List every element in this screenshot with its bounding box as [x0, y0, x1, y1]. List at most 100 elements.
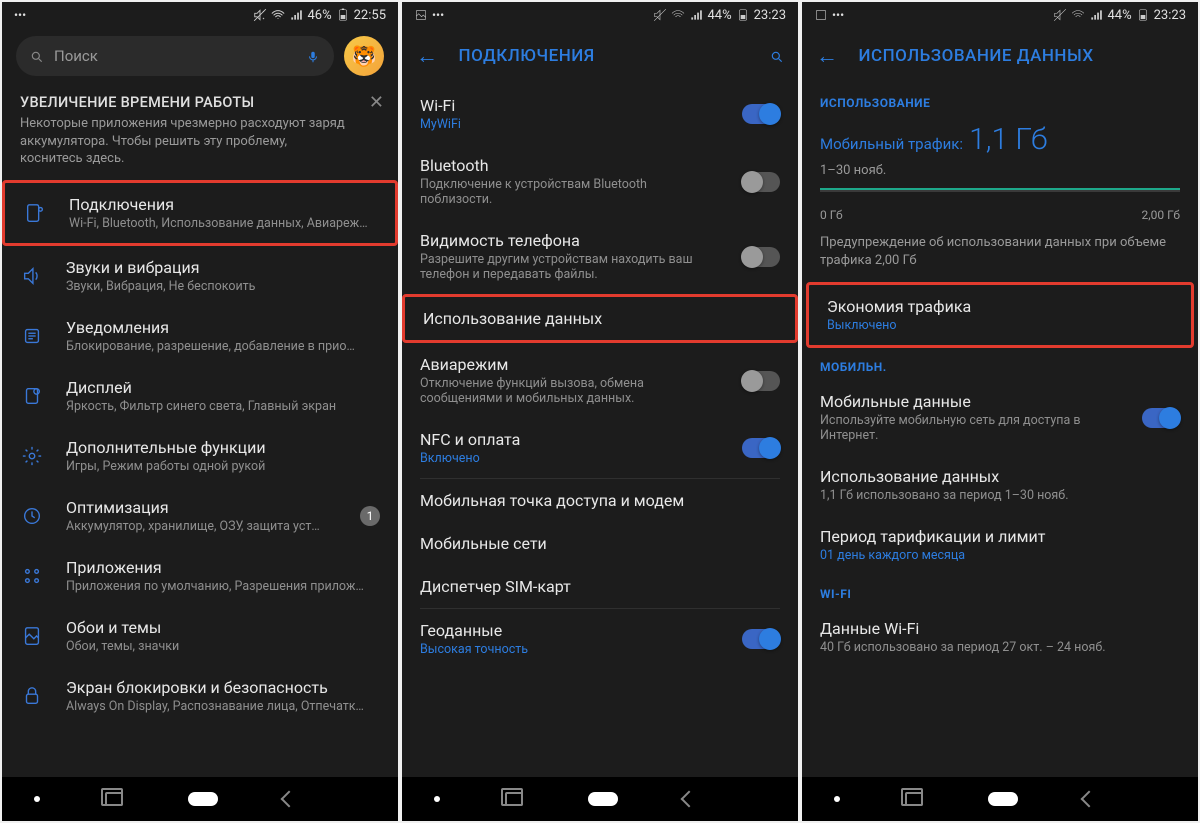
item-data-saver[interactable]: Экономия трафикаВыключено: [806, 282, 1194, 348]
nfc-toggle[interactable]: [742, 438, 780, 458]
clock: 23:23: [754, 8, 786, 23]
status-bar: ••• 44% 23:23: [402, 2, 798, 28]
item-hotspot[interactable]: Мобильная точка доступа и модем: [402, 479, 798, 522]
mute-icon: [253, 8, 267, 22]
nav-notification-dot: [834, 796, 840, 802]
banner-title: УВЕЛИЧЕНИЕ ВРЕМЕНИ РАБОТЫ: [20, 94, 380, 111]
notifications-icon: [20, 324, 44, 348]
screenshot-icon: [814, 8, 828, 22]
battery-percent: 46%: [307, 8, 331, 23]
visibility-toggle[interactable]: [742, 247, 780, 267]
wifi-toggle[interactable]: [742, 104, 780, 124]
item-wifi[interactable]: Wi-FiMyWiFi: [402, 84, 798, 144]
item-mobile-usage[interactable]: Использование данных1,1 Гб использовано …: [802, 455, 1198, 515]
search-icon: [30, 49, 44, 63]
usage-period: 1–30 нояб.: [802, 161, 1198, 188]
wifi-icon: [1071, 8, 1085, 22]
app-header: ← ИСПОЛЬЗОВАНИЕ ДАННЫХ: [802, 28, 1198, 84]
item-notifications[interactable]: УведомленияБлокирование, разрешение, доб…: [2, 306, 398, 366]
settings-list: ПодключенияWi-Fi, Bluetooth, Использован…: [2, 180, 398, 777]
item-sounds[interactable]: Звуки и вибрацияЗвуки, Вибрация, Не бесп…: [2, 246, 398, 306]
item-lockscreen[interactable]: Экран блокировки и безопасностьAlways On…: [2, 666, 398, 726]
recents-button[interactable]: [905, 792, 923, 806]
data-usage-list: ИСПОЛЬЗОВАНИЕ Мобильный трафик: 1,1 Гб 1…: [802, 84, 1198, 777]
home-button[interactable]: [988, 792, 1018, 806]
item-mobile-networks[interactable]: Мобильные сети: [402, 522, 798, 565]
recents-button[interactable]: [105, 792, 123, 806]
connections-list: Wi-FiMyWiFi BluetoothПодключение к устро…: [402, 84, 798, 777]
wifi-icon: [671, 8, 685, 22]
status-bar: ••• 44% 23:23: [802, 2, 1198, 28]
location-toggle[interactable]: [742, 629, 780, 649]
battery-icon: [336, 8, 350, 22]
clock: 22:55: [354, 8, 386, 23]
battery-percent: 44%: [707, 8, 731, 23]
item-connections[interactable]: ПодключенияWi-Fi, Bluetooth, Использован…: [2, 180, 398, 246]
bar-min: 0 Гб: [820, 208, 843, 222]
nav-notification-dot: [34, 796, 40, 802]
item-mobile-data[interactable]: Мобильные данныеИспользуйте мобильную се…: [802, 380, 1198, 455]
mobile-data-toggle[interactable]: [1142, 408, 1180, 428]
sound-icon: [20, 264, 44, 288]
item-display[interactable]: ДисплейЯркость, Фильтр синего света, Гла…: [2, 366, 398, 426]
maintenance-icon: [20, 504, 44, 528]
avatar[interactable]: 🐯: [344, 36, 384, 76]
back-icon[interactable]: ←: [816, 43, 839, 69]
screen-settings: ••• 46% 22:55 Поиск 🐯 УВЕЛИЧЕНИЕ ВРЕМЕНИ…: [2, 2, 398, 821]
close-icon[interactable]: ✕: [369, 92, 384, 113]
nav-bar: [2, 777, 398, 821]
app-header: ← ПОДКЛЮЧЕНИЯ: [402, 28, 798, 84]
back-icon[interactable]: ←: [416, 43, 439, 69]
usage-summary: Мобильный трафик: 1,1 Гб: [802, 116, 1198, 161]
apps-icon: [20, 564, 44, 588]
item-airplane[interactable]: АвиарежимОтключение функций вызова, обме…: [402, 343, 798, 418]
home-button[interactable]: [188, 792, 218, 806]
item-wifi-data[interactable]: Данные Wi-Fi40 Гб использовано за период…: [802, 607, 1198, 667]
more-icon: •••: [832, 8, 846, 22]
item-bluetooth[interactable]: BluetoothПодключение к устройствам Bluet…: [402, 144, 798, 219]
item-advanced[interactable]: Дополнительные функцииИгры, Режим работы…: [2, 426, 398, 486]
search-input[interactable]: Поиск: [16, 36, 334, 76]
section-usage: ИСПОЛЬЗОВАНИЕ: [802, 84, 1198, 116]
mic-icon[interactable]: [306, 49, 320, 63]
item-visibility[interactable]: Видимость телефонаРазрешите другим устро…: [402, 219, 798, 294]
battery-percent: 44%: [1107, 8, 1131, 23]
battery-icon: [736, 8, 750, 22]
home-button[interactable]: [588, 792, 618, 806]
item-maintenance[interactable]: ОптимизацияАккумулятор, хранилище, ОЗУ, …: [2, 486, 398, 546]
status-bar: ••• 46% 22:55: [2, 2, 398, 28]
item-nfc[interactable]: NFC и оплатаВключено: [402, 418, 798, 478]
connections-icon: [23, 201, 47, 225]
airplane-toggle[interactable]: [742, 371, 780, 391]
clock: 23:23: [1154, 8, 1186, 23]
advanced-icon: [20, 444, 44, 468]
back-button[interactable]: [280, 791, 297, 808]
mute-icon: [1053, 8, 1067, 22]
usage-warning: Предупреждение об использовании данных п…: [802, 230, 1198, 282]
usage-value: 1,1 Гб: [969, 122, 1047, 157]
screen-connections: ••• 44% 23:23 ← ПОДКЛЮЧЕНИЯ Wi-FiMyWiFi …: [402, 2, 798, 821]
item-billing[interactable]: Период тарификации и лимит01 день каждог…: [802, 515, 1198, 575]
battery-icon: [1136, 8, 1150, 22]
back-button[interactable]: [680, 791, 697, 808]
search-placeholder: Поиск: [54, 47, 296, 65]
battery-banner[interactable]: УВЕЛИЧЕНИЕ ВРЕМЕНИ РАБОТЫ Некоторые прил…: [2, 86, 398, 180]
nav-bar: [802, 777, 1198, 821]
wifi-icon: [271, 8, 285, 22]
item-location[interactable]: ГеоданныеВысокая точность: [402, 609, 798, 669]
recents-button[interactable]: [505, 792, 523, 806]
item-wallpaper[interactable]: Обои и темыОбои, темы, значки: [2, 606, 398, 666]
back-button[interactable]: [1080, 791, 1097, 808]
bar-max: 2,00 Гб: [1142, 208, 1181, 222]
item-data-usage[interactable]: Использование данных: [402, 294, 798, 343]
screen-data-usage: ••• 44% 23:23 ← ИСПОЛЬЗОВАНИЕ ДАННЫХ ИСП…: [802, 2, 1198, 821]
item-apps[interactable]: ПриложенияПриложения по умолчанию, Разре…: [2, 546, 398, 606]
item-sim[interactable]: Диспетчер SIM-карт: [402, 565, 798, 608]
nav-notification-dot: [434, 796, 440, 802]
header-title: ИСПОЛЬЗОВАНИЕ ДАННЫХ: [859, 46, 1185, 66]
more-icon: •••: [14, 8, 28, 22]
more-icon: •••: [432, 8, 446, 22]
signal-icon: [289, 8, 303, 22]
search-icon[interactable]: [770, 49, 784, 63]
bluetooth-toggle[interactable]: [742, 172, 780, 192]
